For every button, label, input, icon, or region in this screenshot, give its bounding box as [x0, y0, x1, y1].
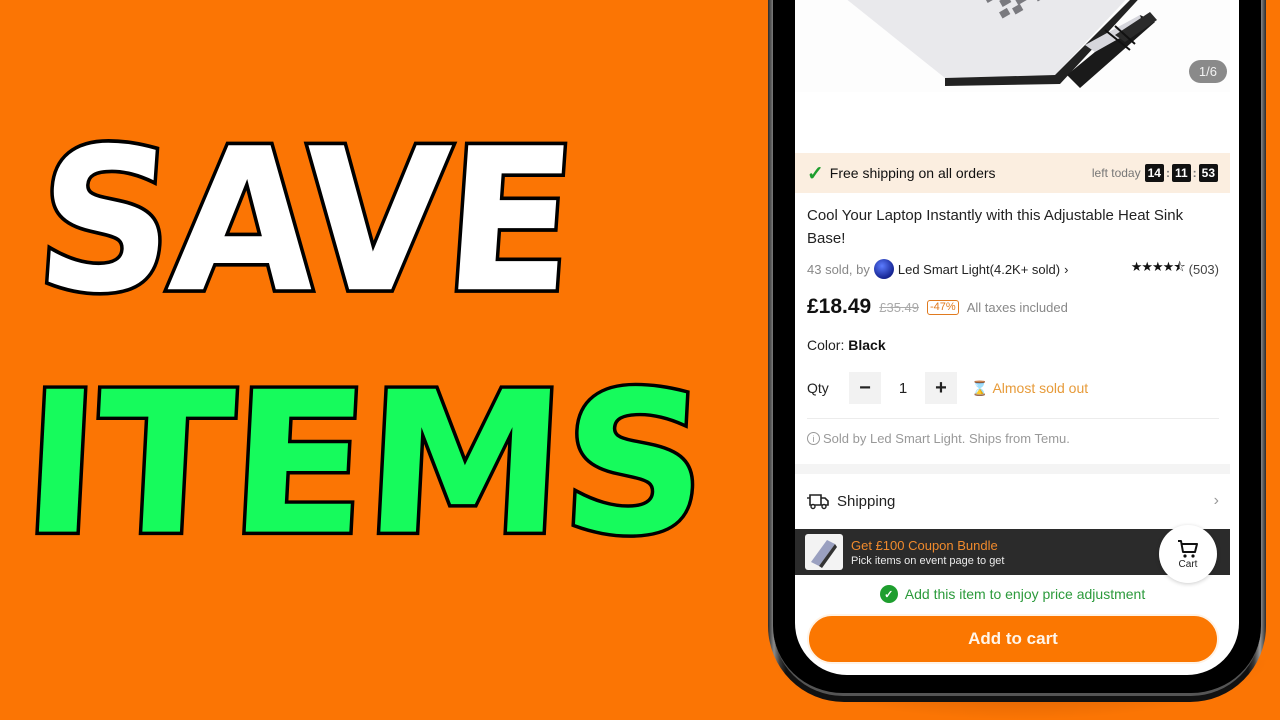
cart-button[interactable]: Cart [1159, 525, 1217, 583]
rating[interactable]: ★★★★⯪ (503) [1131, 258, 1219, 280]
timer-label: left today [1091, 166, 1141, 180]
qty-increase-button[interactable]: + [925, 372, 957, 404]
laptop-stand-image [847, 0, 1157, 88]
cart-icon [1178, 539, 1198, 558]
chevron-right-icon[interactable]: › [1064, 262, 1068, 277]
color-selector[interactable]: Color: Black [807, 337, 886, 353]
price-adjustment-note: ✓ Add this item to enjoy price adjustmen… [795, 585, 1230, 603]
qty-decrease-button[interactable]: − [849, 372, 881, 404]
cart-label: Cart [1178, 558, 1198, 570]
star-rating-icon: ★★★★⯪ [1130, 259, 1186, 274]
section-separator [795, 464, 1230, 474]
timer-separator: : [1165, 166, 1170, 180]
coupon-thumbnail [805, 534, 843, 570]
timer-separator: : [1192, 166, 1197, 180]
image-counter: 1/6 [1188, 60, 1227, 83]
check-icon: ✓ [807, 162, 824, 185]
price-adjustment-text: Add this item to enjoy price adjustment [904, 586, 1146, 602]
stock-warning-text: Almost sold out [992, 380, 1089, 396]
free-shipping-banner: ✓ Free shipping on all orders left today… [795, 153, 1230, 193]
free-shipping-text: Free shipping on all orders [829, 165, 996, 181]
info-icon: i [807, 432, 820, 445]
coupon-title: Get £100 Coupon Bundle [851, 537, 998, 553]
hourglass-icon: ⌛ [971, 379, 989, 396]
taxes-note: All taxes included [966, 299, 1068, 315]
discount-badge: -47% [927, 299, 959, 315]
original-price: £35.49 [879, 299, 919, 315]
timer-hours: 14 [1144, 164, 1164, 182]
title-save: SAVE [26, 103, 583, 340]
rating-count: (503) [1188, 261, 1219, 277]
check-circle-icon: ✓ [879, 585, 898, 603]
current-price: £18.49 [807, 295, 872, 318]
product-meta: 43 sold, by Led Smart Light(4.2K+ sold) … [807, 258, 1219, 280]
seller-link[interactable]: Led Smart Light(4.2K+ sold) [898, 262, 1060, 277]
timer-minutes: 11 [1171, 164, 1191, 182]
coupon-subtitle: Pick items on event page to get [851, 554, 1005, 567]
quantity-row: Qty − 1 + ⌛ Almost sold out [807, 372, 1088, 404]
stock-warning: ⌛ Almost sold out [971, 380, 1088, 397]
phone-frame: 1/6 ✓ Free shipping on all orders left t… [768, 0, 1266, 702]
shipping-row[interactable]: Shipping › [807, 485, 1219, 517]
add-to-cart-button[interactable]: Add to cart [807, 614, 1219, 664]
qty-value[interactable]: 1 [881, 380, 925, 397]
countdown-timer: left today 14 : 11 : 53 [1092, 164, 1218, 182]
product-title: Cool Your Laptop Instantly with this Adj… [807, 207, 1184, 247]
color-label: Color: [807, 337, 845, 353]
color-value: Black [848, 337, 886, 353]
shipping-label: Shipping [837, 492, 896, 510]
coupon-text: Get £100 Coupon Bundle Pick items on eve… [851, 538, 1004, 567]
truck-icon [807, 494, 829, 510]
seller-avatar[interactable] [873, 259, 894, 279]
title-items: ITEMS [15, 347, 714, 582]
qty-label: Qty [807, 380, 829, 396]
sold-by-text: Sold by Led Smart Light. Ships from Temu… [823, 431, 1070, 446]
chevron-right-icon: › [1213, 492, 1219, 509]
sold-by-note: i Sold by Led Smart Light. Ships from Te… [807, 431, 1070, 446]
divider [807, 418, 1219, 419]
phone-screen: 1/6 ✓ Free shipping on all orders left t… [795, 0, 1239, 675]
timer-seconds: 53 [1198, 164, 1218, 182]
quantity-stepper: − 1 + [849, 372, 957, 404]
sold-count: 43 sold, by [807, 261, 870, 277]
product-image[interactable] [795, 0, 1230, 92]
price-row: £18.49 £35.49 -47% All taxes included [807, 295, 1068, 319]
phone-bezel: 1/6 ✓ Free shipping on all orders left t… [773, 0, 1261, 696]
